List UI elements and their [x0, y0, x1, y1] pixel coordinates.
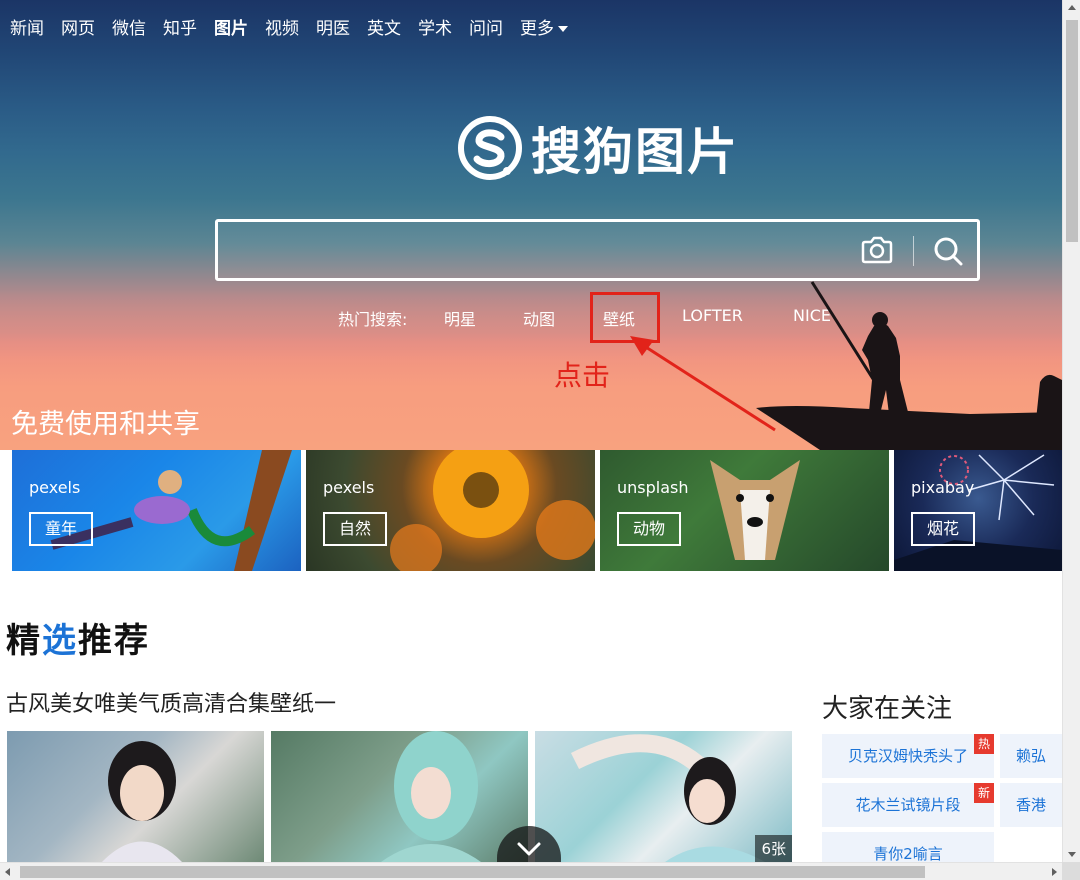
camera-icon[interactable] — [860, 234, 894, 266]
page-viewport: 新闻 网页 微信 知乎 图片 视频 明医 英文 学术 问问 更多 搜狗图片 热门… — [0, 0, 1062, 862]
search-icon[interactable] — [931, 234, 965, 268]
annotation-arrow-icon — [630, 336, 776, 432]
nav-item-web[interactable]: 网页 — [61, 14, 95, 39]
card-fireworks[interactable]: pixabay 烟花 — [894, 450, 1062, 571]
trending-item-label: 赖弘 — [1015, 747, 1046, 765]
trending-item[interactable]: 青你2喻言 — [822, 832, 994, 862]
nav-item-zhihu[interactable]: 知乎 — [163, 14, 197, 39]
image-count-badge: 6张 — [755, 835, 792, 862]
nav-item-scholar[interactable]: 学术 — [418, 14, 452, 39]
thumbnail-image — [570, 734, 765, 862]
horizontal-scrollbar[interactable] — [0, 862, 1062, 880]
expand-more-button[interactable] — [497, 826, 561, 862]
featured-title-prefix: 精 — [6, 621, 42, 661]
trending-item[interactable]: 花木兰试镜片段 新 — [822, 783, 994, 827]
featured-title-suffix: 推荐 — [78, 621, 150, 661]
annotation-click-text: 点击 — [554, 359, 611, 392]
card-tag[interactable]: 动物 — [617, 512, 681, 546]
search-divider — [913, 236, 914, 266]
card-source-label: pexels — [29, 478, 81, 497]
card-tag[interactable]: 童年 — [29, 512, 93, 546]
nav-item-news[interactable]: 新闻 — [10, 14, 44, 39]
trending-item[interactable]: 香港 — [1000, 783, 1062, 827]
trending-item-label: 香港 — [1015, 796, 1046, 814]
nav-item-english[interactable]: 英文 — [367, 14, 401, 39]
nav-item-wechat[interactable]: 微信 — [112, 14, 146, 39]
chevron-down-icon — [517, 842, 541, 856]
nav-item-medical[interactable]: 明医 — [316, 14, 350, 39]
new-badge: 新 — [974, 783, 994, 803]
card-source-label: pexels — [323, 478, 375, 497]
hot-item-gif[interactable]: 动图 — [523, 306, 555, 330]
hot-search-label: 热门搜索: — [338, 310, 408, 329]
nav-item-wenwen[interactable]: 问问 — [469, 14, 503, 39]
album-thumbnail[interactable] — [7, 731, 264, 862]
search-input[interactable] — [230, 230, 850, 270]
logo-text: 搜狗图片 — [531, 123, 739, 181]
card-animals-image — [710, 460, 800, 560]
card-source-label: pixabay — [911, 478, 975, 497]
card-source-label: unsplash — [617, 478, 689, 497]
sogou-logo-icon — [458, 116, 522, 180]
hot-item-lofter[interactable]: LOFTER — [682, 306, 743, 325]
free-cards-row: pexels 童年 pexels 自然 unsplash 动物 pixabay … — [12, 450, 1062, 571]
trending-item-label: 花木兰试镜片段 — [855, 796, 961, 814]
trending-item[interactable]: 贝克汉姆快秃头了 热 — [822, 734, 994, 778]
nav-more-label: 更多 — [520, 19, 554, 39]
featured-title-highlight: 选 — [42, 621, 78, 661]
album-title[interactable]: 古风美女唯美气质高清合集壁纸一 — [6, 686, 336, 718]
album-thumbnails: 6张 — [7, 731, 797, 862]
scroll-right-arrow-icon[interactable] — [1052, 868, 1057, 876]
caret-down-icon — [558, 26, 568, 32]
vertical-scroll-thumb[interactable] — [1066, 20, 1078, 242]
boat-silhouette-image — [756, 281, 1062, 450]
thumbnail-image — [381, 731, 481, 862]
card-fireworks-image — [894, 454, 1062, 571]
scroll-left-arrow-icon[interactable] — [5, 868, 10, 876]
scrollbar-corner — [1062, 862, 1080, 880]
top-nav: 新闻 网页 微信 知乎 图片 视频 明医 英文 学术 问问 更多 — [10, 14, 585, 39]
card-childhood-image — [50, 450, 292, 571]
trending-item-label: 青你2喻言 — [873, 845, 943, 862]
thumbnail-image — [102, 741, 182, 862]
horizontal-scroll-thumb[interactable] — [20, 866, 925, 878]
card-tag[interactable]: 烟花 — [911, 512, 975, 546]
trending-title: 大家在关注 — [822, 694, 953, 724]
hot-badge: 热 — [974, 734, 994, 754]
card-animals[interactable]: unsplash 动物 — [600, 450, 889, 571]
nav-item-video[interactable]: 视频 — [265, 14, 299, 39]
scroll-up-arrow-icon[interactable] — [1068, 5, 1076, 10]
trending-item-label: 贝克汉姆快秃头了 — [847, 747, 968, 765]
hot-item-celebrity[interactable]: 明星 — [444, 306, 476, 330]
trending-item[interactable]: 赖弘 — [1000, 734, 1062, 778]
free-section-title: 免费使用和共享 — [11, 409, 200, 440]
card-nature[interactable]: pexels 自然 — [306, 450, 595, 571]
search-box — [215, 219, 980, 281]
hero-banner: 新闻 网页 微信 知乎 图片 视频 明医 英文 学术 问问 更多 搜狗图片 热门… — [0, 0, 1062, 450]
sogou-images-logo[interactable]: 搜狗图片 — [455, 112, 739, 184]
scroll-down-arrow-icon[interactable] — [1068, 852, 1076, 857]
card-nature-image — [390, 450, 595, 571]
album-thumbnail[interactable]: 6张 — [535, 731, 792, 862]
card-tag[interactable]: 自然 — [323, 512, 387, 546]
nav-item-more[interactable]: 更多 — [520, 14, 568, 39]
nav-item-images[interactable]: 图片 — [214, 14, 248, 39]
album-thumbnail[interactable] — [271, 731, 528, 862]
card-childhood[interactable]: pexels 童年 — [12, 450, 301, 571]
vertical-scrollbar[interactable] — [1062, 0, 1080, 862]
featured-section-title: 精选推荐 — [6, 613, 150, 662]
